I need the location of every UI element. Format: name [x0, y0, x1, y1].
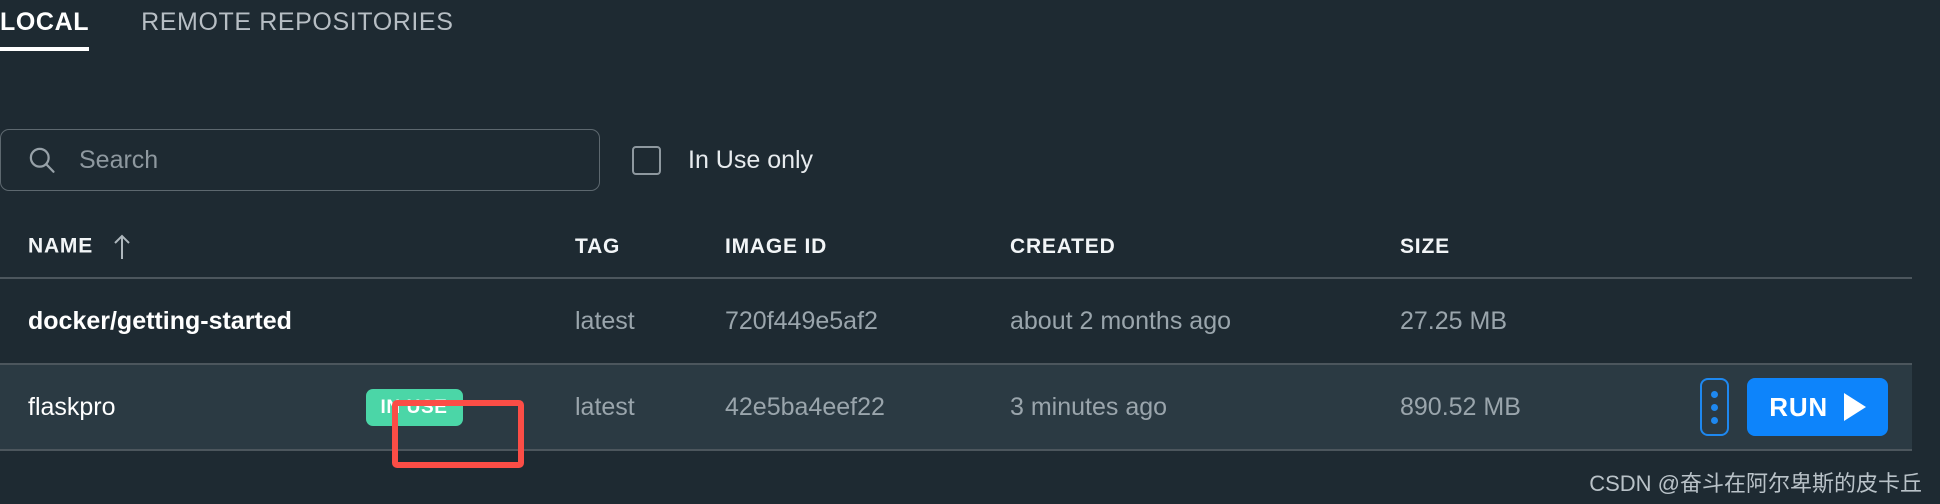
row-name-cell: docker/getting-started — [0, 307, 575, 336]
column-header-name[interactable]: NAME — [0, 234, 575, 260]
column-header-size-label: SIZE — [1400, 235, 1450, 258]
column-header-name-label: NAME — [28, 234, 94, 258]
column-header-image-id-label: IMAGE ID — [725, 235, 828, 258]
column-header-image-id[interactable]: IMAGE ID — [725, 235, 1010, 259]
more-options-button[interactable] — [1700, 378, 1730, 436]
filter-bar: In Use only — [0, 129, 1940, 191]
in-use-only-label: In Use only — [688, 145, 814, 174]
table-row[interactable]: docker/getting-started latest 720f449e5a… — [0, 279, 1912, 365]
in-use-only-checkbox[interactable] — [632, 145, 661, 175]
image-size: 27.25 MB — [1400, 306, 1508, 335]
row-actions: RUN — [1700, 378, 1912, 436]
image-created: about 2 months ago — [1010, 306, 1231, 335]
column-header-size[interactable]: SIZE — [1400, 235, 1700, 259]
tab-local-label: LOCAL — [0, 8, 90, 36]
image-created: 3 minutes ago — [1010, 392, 1168, 421]
images-table: NAME TAG IMAGE ID CREATED SIZE docker/ge… — [0, 217, 1912, 451]
run-button[interactable]: RUN — [1747, 378, 1888, 436]
in-use-badge: IN USE — [365, 388, 463, 426]
table-row[interactable]: flaskpro IN USE latest 42e5ba4eef22 3 mi… — [0, 365, 1912, 451]
kebab-dot-icon — [1711, 390, 1719, 398]
watermark: CSDN @奋斗在阿尔卑斯的皮卡丘 — [1589, 471, 1922, 496]
image-id: 720f449e5af2 — [725, 306, 878, 335]
tab-local[interactable]: LOCAL — [0, 0, 90, 51]
image-tag: latest — [575, 392, 635, 421]
image-name: flaskpro — [28, 392, 116, 421]
row-name-cell: flaskpro IN USE — [0, 388, 575, 426]
image-tag: latest — [575, 306, 635, 335]
column-header-created[interactable]: CREATED — [1010, 235, 1400, 259]
column-header-tag-label: TAG — [575, 235, 621, 258]
search-icon — [29, 147, 55, 173]
run-button-label: RUN — [1769, 391, 1828, 422]
tab-bar: LOCAL REMOTE REPOSITORIES — [0, 0, 1940, 58]
image-id: 42e5ba4eef22 — [725, 392, 885, 421]
play-icon — [1844, 393, 1866, 421]
arrow-up-icon[interactable] — [113, 234, 131, 260]
search-input[interactable] — [79, 130, 599, 190]
search-box[interactable] — [0, 129, 600, 191]
badge-slot: IN USE — [365, 388, 463, 426]
tab-remote-repositories-label: REMOTE REPOSITORIES — [141, 8, 454, 36]
table-header-row: NAME TAG IMAGE ID CREATED SIZE — [0, 217, 1912, 279]
image-name: docker/getting-started — [28, 306, 292, 335]
kebab-dot-icon — [1711, 416, 1719, 424]
image-size: 890.52 MB — [1400, 392, 1521, 421]
tab-remote-repositories[interactable]: REMOTE REPOSITORIES — [141, 0, 453, 51]
kebab-dot-icon — [1711, 403, 1719, 411]
column-header-tag[interactable]: TAG — [575, 235, 725, 259]
in-use-only-checkbox-group[interactable]: In Use only — [632, 145, 814, 175]
column-header-created-label: CREATED — [1010, 235, 1116, 258]
